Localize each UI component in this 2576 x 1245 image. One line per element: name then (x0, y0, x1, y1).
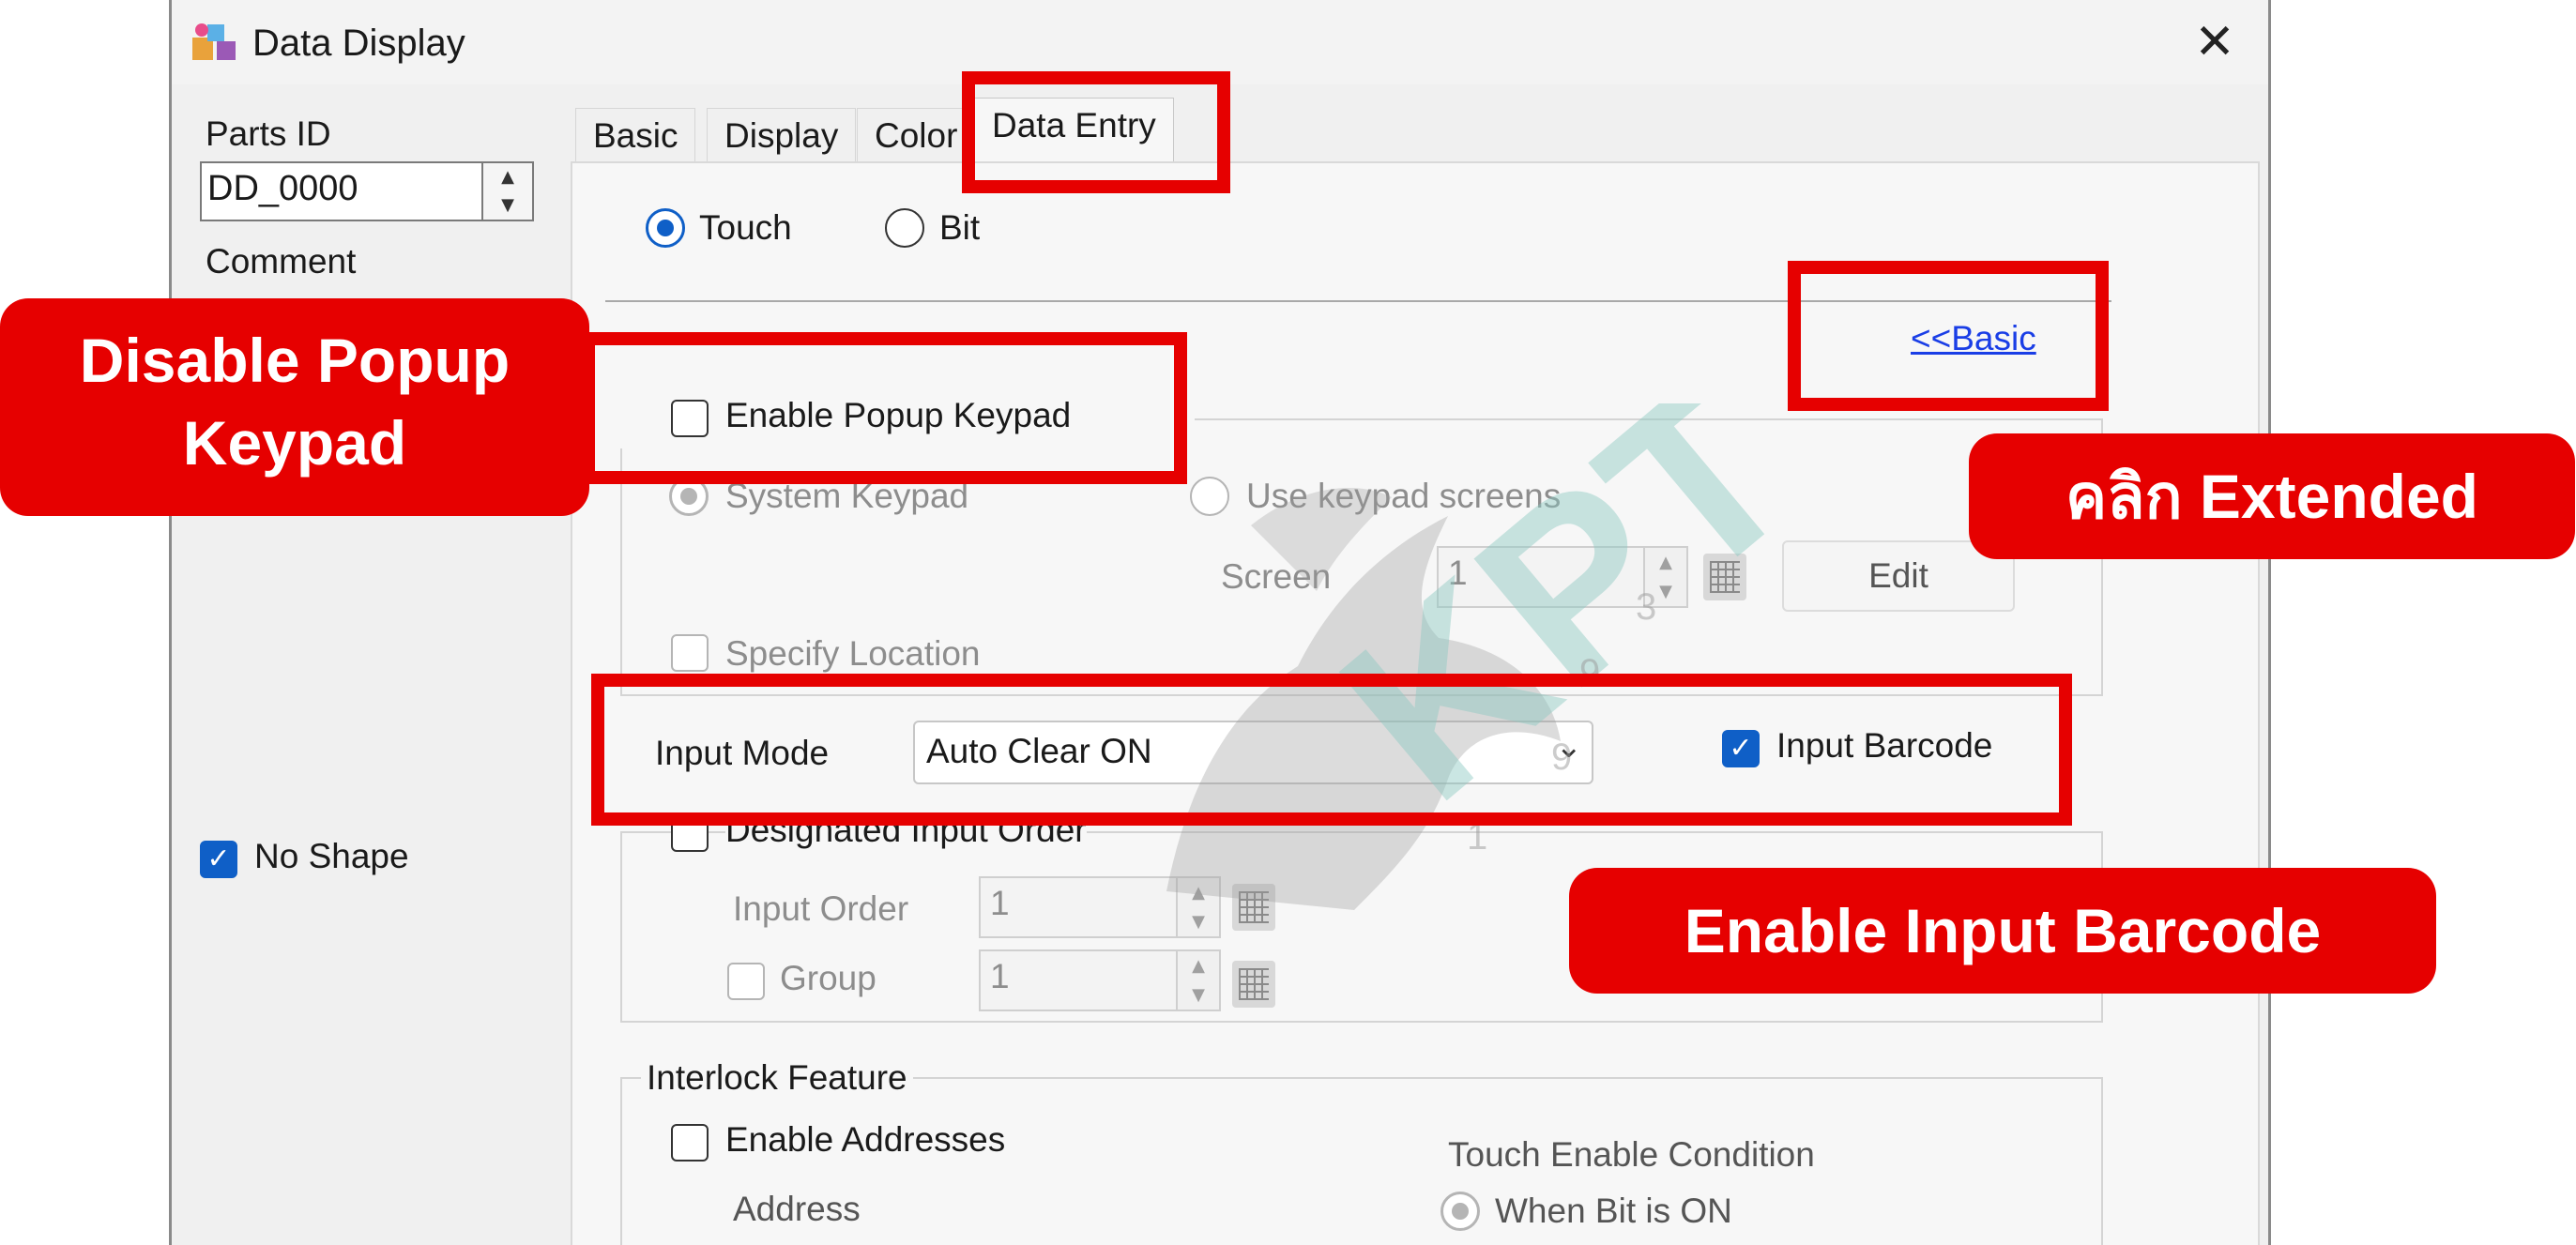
bit-radio[interactable] (885, 208, 924, 248)
touch-label: Touch (699, 208, 792, 247)
screen-number-input[interactable]: 1 (1437, 546, 1653, 608)
screen-spinner[interactable]: ▲ ▼ (1643, 546, 1688, 608)
spin-down-icon[interactable]: ▼ (483, 191, 532, 220)
no-shape-checkbox[interactable]: ✓ (200, 841, 237, 878)
spin-up-icon[interactable]: ▲ (1178, 878, 1219, 907)
callout-click-extended: คลิก Extended (1969, 433, 2575, 559)
group-label: Group (780, 959, 876, 997)
comment-label: Comment (206, 242, 357, 281)
highlight-popup-keypad (582, 332, 1187, 484)
callout-disable-popup-keypad: Disable Popup Keypad (0, 298, 589, 516)
spin-down-icon[interactable]: ▼ (1178, 907, 1219, 936)
bit-label: Bit (939, 208, 981, 247)
touch-enable-condition-label: Touch Enable Condition (1448, 1135, 1815, 1174)
parts-id-spinner[interactable]: ▲ ▼ (481, 161, 534, 221)
address-label: Address (733, 1190, 861, 1228)
parts-id-label: Parts ID (206, 114, 331, 153)
highlight-data-entry-tab (962, 71, 1230, 193)
spin-up-icon[interactable]: ▲ (483, 163, 532, 191)
input-order-label: Input Order (733, 889, 909, 928)
spin-down-icon[interactable]: ▼ (1645, 577, 1686, 606)
input-order-spinner[interactable]: ▲ ▼ (1176, 876, 1221, 938)
tab-basic[interactable]: Basic (575, 108, 696, 164)
use-keypad-screens-radio[interactable] (1190, 477, 1229, 516)
spin-down-icon[interactable]: ▼ (1178, 980, 1219, 1010)
group-spinner[interactable]: ▲ ▼ (1176, 949, 1221, 1011)
screen-label: Screen (1221, 557, 1332, 596)
group-grid-icon[interactable] (1232, 961, 1275, 1008)
specify-location-label: Specify Location (725, 634, 981, 673)
parts-id-input[interactable]: DD_0000 (200, 161, 500, 221)
enable-addresses-checkbox[interactable] (671, 1124, 709, 1161)
highlight-input-mode-row (591, 674, 2072, 826)
keypad-grid-icon[interactable] (1703, 554, 1746, 600)
window-title: Data Display (252, 23, 465, 64)
callout-enable-input-barcode: Enable Input Barcode (1569, 868, 2436, 994)
when-bit-on-radio[interactable] (1440, 1192, 1480, 1231)
specify-location-checkbox[interactable] (671, 634, 709, 672)
no-shape-label: No Shape (254, 837, 409, 875)
enable-addresses-label: Enable Addresses (725, 1120, 1006, 1159)
group-checkbox[interactable] (727, 963, 765, 1000)
spin-up-icon[interactable]: ▲ (1645, 548, 1686, 577)
tab-display[interactable]: Display (707, 108, 857, 164)
input-order-grid-icon[interactable] (1232, 884, 1275, 931)
tab-color[interactable]: Color (857, 108, 976, 164)
interlock-title: Interlock Feature (641, 1058, 913, 1098)
callout-disable-popup-line2: Keypad (182, 408, 407, 478)
group-input[interactable]: 1 (979, 949, 1185, 1011)
touch-radio[interactable] (646, 208, 685, 248)
spin-up-icon[interactable]: ▲ (1178, 951, 1219, 980)
app-parts-icon (192, 23, 236, 60)
highlight-basic-link (1788, 261, 2109, 411)
use-keypad-screens-label: Use keypad screens (1246, 477, 1562, 515)
callout-disable-popup-line1: Disable Popup (79, 326, 511, 395)
when-bit-on-label: When Bit is ON (1495, 1192, 1732, 1230)
input-order-input[interactable]: 1 (979, 876, 1185, 938)
close-icon[interactable]: ✕ (2182, 9, 2248, 75)
